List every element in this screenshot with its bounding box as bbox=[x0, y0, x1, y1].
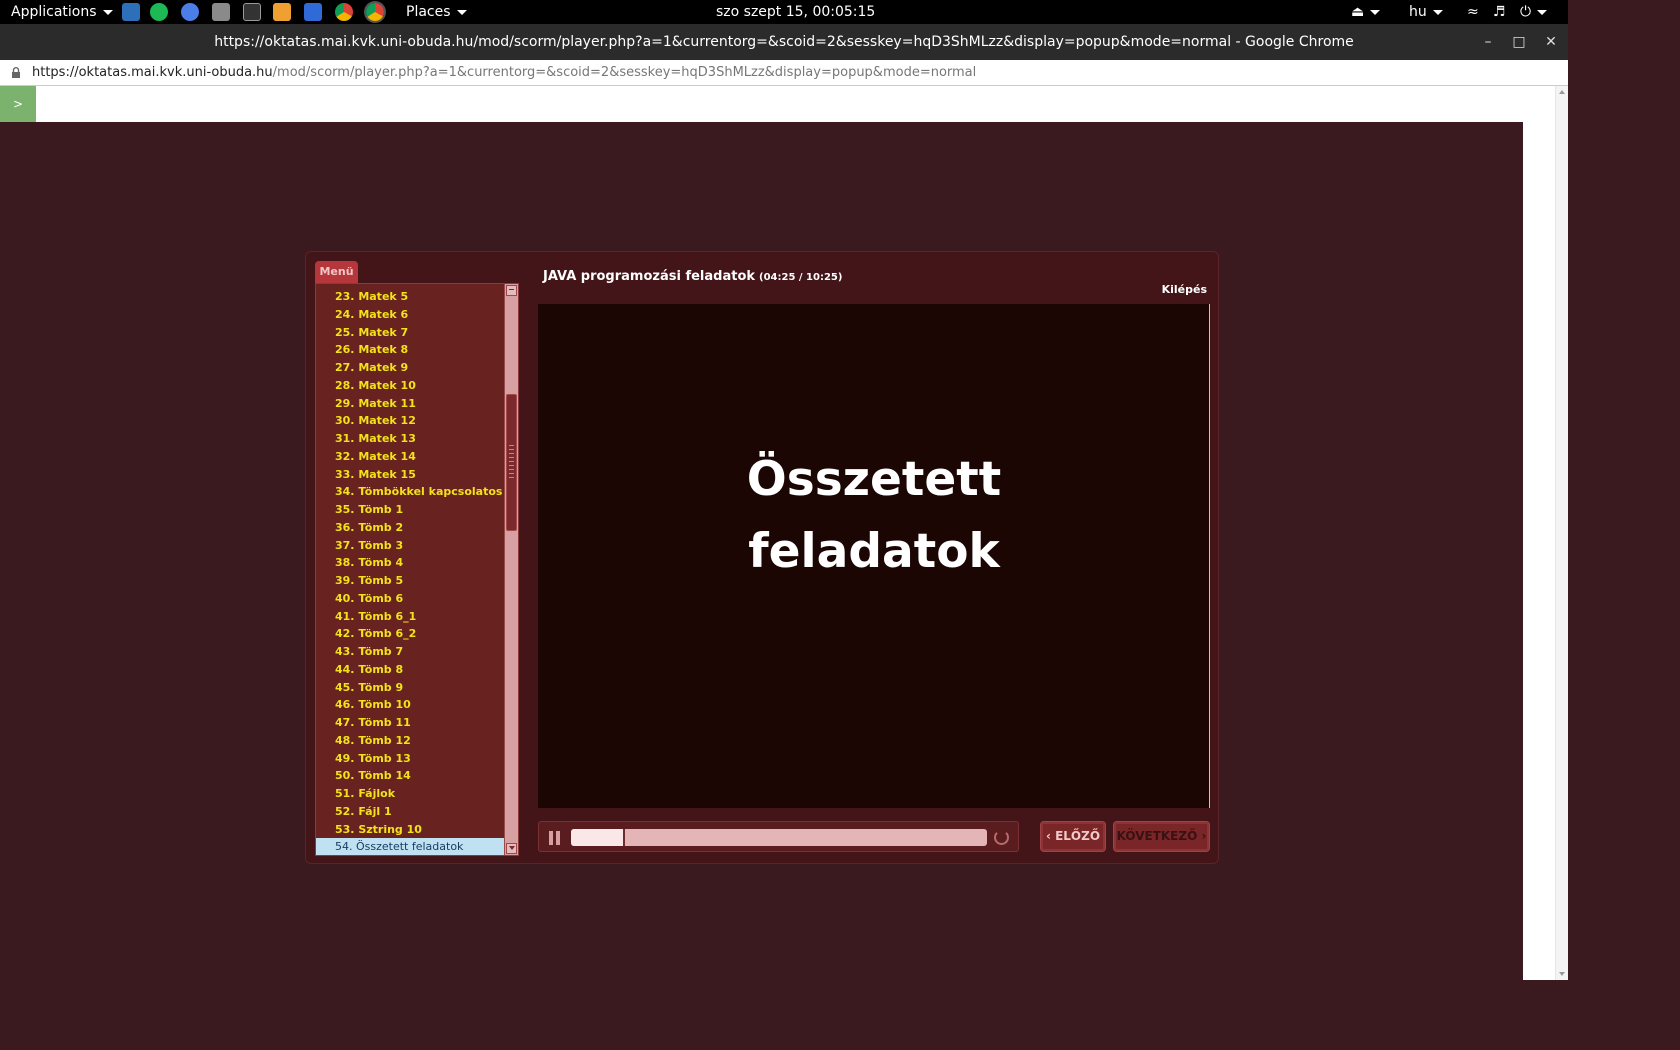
menu-item[interactable]: 35. Tömb 1 bbox=[316, 501, 504, 519]
menu-item[interactable]: 26. Matek 8 bbox=[316, 341, 504, 359]
previous-button[interactable]: ‹ ELŐZŐ bbox=[1040, 821, 1106, 852]
chrome-active-launcher-icon[interactable] bbox=[366, 3, 384, 21]
spotify-launcher-icon[interactable] bbox=[150, 3, 168, 21]
menu-item[interactable]: 25. Matek 7 bbox=[316, 324, 504, 342]
applications-label: Applications bbox=[11, 4, 97, 20]
course-title: JAVA programozási feladatok (04:25 / 10:2… bbox=[543, 269, 842, 284]
chevron-down-icon bbox=[1432, 9, 1443, 15]
chevron-down-icon bbox=[1537, 9, 1548, 15]
menu-item[interactable]: 47. Tömb 11 bbox=[316, 714, 504, 732]
menu-item[interactable]: 40. Tömb 6 bbox=[316, 590, 504, 608]
menu-scroll-up-button[interactable] bbox=[506, 285, 517, 296]
menu-item[interactable]: 54. Összetett feladatok bbox=[316, 838, 504, 855]
menu-item[interactable]: 41. Tömb 6_1 bbox=[316, 608, 504, 626]
sidebar-toggle-button[interactable]: > bbox=[0, 86, 36, 122]
menu-item[interactable]: 36. Tömb 2 bbox=[316, 519, 504, 537]
menu-item[interactable]: 23. Matek 5 bbox=[316, 288, 504, 306]
menu-item[interactable]: 50. Tömb 14 bbox=[316, 767, 504, 785]
exit-link[interactable]: Kilépés bbox=[1162, 283, 1207, 296]
page-scrollbar[interactable] bbox=[1555, 86, 1568, 980]
menu-scroll-down-button[interactable] bbox=[506, 843, 517, 854]
replay-icon[interactable] bbox=[994, 830, 1009, 845]
keyboard-layout-menu[interactable]: hu bbox=[1409, 0, 1443, 24]
menu-item[interactable]: 24. Matek 6 bbox=[316, 306, 504, 324]
text-editor-launcher-icon[interactable] bbox=[273, 3, 291, 21]
chevron-down-icon bbox=[102, 9, 113, 15]
chevron-down-icon bbox=[456, 9, 467, 15]
address-bar[interactable]: https://oktatas.mai.kvk.uni-obuda.hu/mod… bbox=[0, 60, 1568, 86]
menu-panel: 23. Matek 5 24. Matek 6 25. Matek 7 26. Mat… bbox=[315, 283, 519, 856]
slide-title: Összetett feladatok bbox=[746, 452, 1002, 579]
menu-item[interactable]: 33. Matek 15 bbox=[316, 466, 504, 484]
menu-item[interactable]: 51. Fájlok bbox=[316, 785, 504, 803]
grip-icon bbox=[509, 445, 514, 479]
menu-item[interactable]: 37. Tömb 3 bbox=[316, 537, 504, 555]
playback-time: (04:25 / 10:25) bbox=[759, 272, 843, 283]
scroll-down-icon[interactable] bbox=[1559, 972, 1565, 976]
menu-item[interactable]: 44. Tömb 8 bbox=[316, 661, 504, 679]
keyboard-layout-label: hu bbox=[1409, 4, 1427, 20]
menu-item[interactable]: 48. Tömb 12 bbox=[316, 732, 504, 750]
chrome-launcher-icon[interactable] bbox=[335, 3, 353, 21]
course-title-text: JAVA programozási feladatok bbox=[543, 269, 756, 284]
page-header-strip: > bbox=[0, 86, 1555, 122]
window-title: https://oktatas.mai.kvk.uni-obuda.hu/mod… bbox=[214, 34, 1354, 50]
playback-controls bbox=[538, 821, 1019, 852]
url-text[interactable]: https://oktatas.mai.kvk.uni-obuda.hu/mod… bbox=[32, 60, 976, 86]
chromium-launcher-icon[interactable] bbox=[181, 3, 199, 21]
menu-tab[interactable]: Menü bbox=[315, 261, 358, 285]
system-monitor-launcher-icon[interactable] bbox=[304, 3, 322, 21]
menu-list: 23. Matek 5 24. Matek 6 25. Matek 7 26. Mat… bbox=[316, 288, 504, 855]
installer-launcher-icon[interactable] bbox=[212, 3, 230, 21]
volume-icon[interactable]: ♬ bbox=[1493, 0, 1506, 24]
menu-item[interactable]: 43. Tömb 7 bbox=[316, 643, 504, 661]
clock[interactable]: szo szept 15, 00:05:15 bbox=[716, 0, 875, 24]
menu-item[interactable]: 53. Sztring 10 bbox=[316, 821, 504, 839]
menu-item[interactable]: 46. Tömb 10 bbox=[316, 696, 504, 714]
menu-item[interactable]: 45. Tömb 9 bbox=[316, 679, 504, 697]
menu-item[interactable]: 38. Tömb 4 bbox=[316, 554, 504, 572]
url-host: https://oktatas.mai.kvk.uni-obuda.hu bbox=[32, 65, 273, 80]
next-button[interactable]: KÖVETKEZŐ › bbox=[1113, 821, 1210, 852]
places-menu[interactable]: Places bbox=[406, 0, 467, 24]
menu-item[interactable]: 52. Fájl 1 bbox=[316, 803, 504, 821]
menu-item[interactable]: 29. Matek 11 bbox=[316, 395, 504, 413]
system-top-bar: Applications Places szo szept 15, 00:05:… bbox=[0, 0, 1568, 24]
scroll-up-icon[interactable] bbox=[1559, 90, 1565, 94]
menu-item[interactable]: 31. Matek 13 bbox=[316, 430, 504, 448]
window-title-bar: https://oktatas.mai.kvk.uni-obuda.hu/mod… bbox=[0, 24, 1568, 60]
progress-bar[interactable] bbox=[571, 829, 987, 846]
menu-item[interactable]: 28. Matek 10 bbox=[316, 377, 504, 395]
scorm-player: Menü 23. Matek 5 24. Matek 6 25. Matek 7 26… bbox=[305, 251, 1219, 864]
wifi-icon[interactable]: ≈ bbox=[1467, 0, 1479, 24]
menu-item[interactable]: 42. Tömb 6_2 bbox=[316, 625, 504, 643]
close-button[interactable]: ✕ bbox=[1539, 24, 1563, 60]
menu-item[interactable]: 27. Matek 9 bbox=[316, 359, 504, 377]
chevron-down-icon bbox=[1370, 9, 1381, 15]
pause-icon[interactable] bbox=[549, 831, 561, 845]
page-right-margin bbox=[1523, 122, 1555, 980]
url-path: /mod/scorm/player.php?a=1&currentorg=&sc… bbox=[272, 65, 977, 80]
menu-item[interactable]: 49. Tömb 13 bbox=[316, 750, 504, 768]
menu-item[interactable]: 30. Matek 12 bbox=[316, 412, 504, 430]
power-icon[interactable]: ⏻ bbox=[1520, 0, 1548, 24]
files-launcher-icon[interactable] bbox=[122, 3, 140, 21]
minimize-button[interactable]: – bbox=[1476, 24, 1500, 60]
applications-menu[interactable]: Applications bbox=[11, 0, 113, 24]
terminal-launcher-icon[interactable] bbox=[243, 3, 261, 21]
progress-fill bbox=[571, 829, 626, 846]
maximize-button[interactable]: □ bbox=[1507, 24, 1531, 60]
menu-item[interactable]: 39. Tömb 5 bbox=[316, 572, 504, 590]
eject-icon[interactable]: ⏏ bbox=[1351, 0, 1381, 24]
menu-scrollbar[interactable] bbox=[504, 284, 518, 855]
lock-icon bbox=[12, 67, 20, 78]
slide-area[interactable]: Összetett feladatok bbox=[538, 304, 1210, 808]
menu-item[interactable]: 32. Matek 14 bbox=[316, 448, 504, 466]
menu-scroll-thumb[interactable] bbox=[506, 394, 517, 531]
menu-item[interactable]: 34. Tömbökkel kapcsolatos f... bbox=[316, 483, 504, 501]
places-label: Places bbox=[406, 4, 451, 20]
